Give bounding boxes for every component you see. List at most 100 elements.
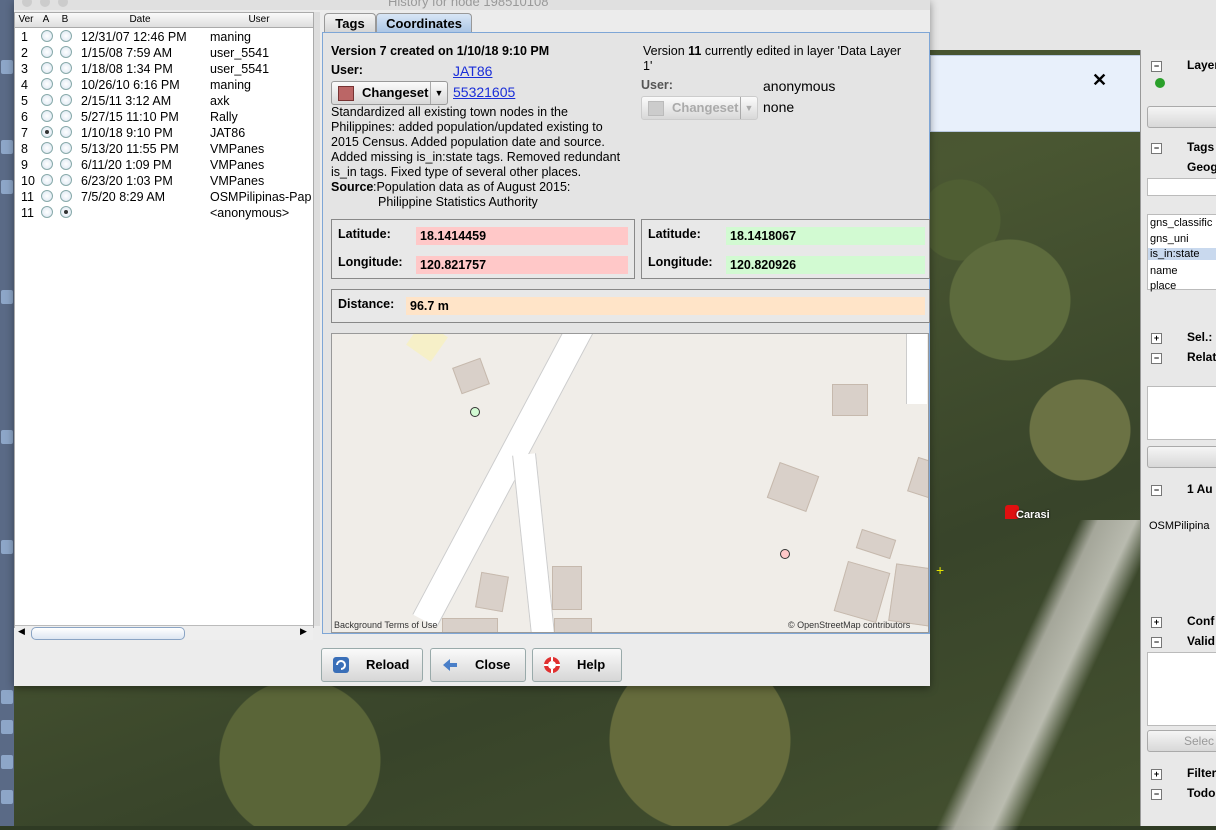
radio-a[interactable] xyxy=(41,174,53,186)
validation-panel-header[interactable]: − Valid xyxy=(1141,632,1216,650)
radio-a[interactable] xyxy=(41,30,53,42)
layer-visible-check-icon[interactable] xyxy=(1155,78,1165,88)
osm-attribution[interactable]: © OpenStreetMap contributors xyxy=(788,620,910,630)
tags-panel-header[interactable]: − Tags xyxy=(1141,138,1216,156)
mail-tool-icon[interactable] xyxy=(1,755,13,769)
layer-move-up-button[interactable] xyxy=(1147,106,1216,128)
column-header-b[interactable]: B xyxy=(55,13,76,28)
table-row[interactable]: 3 1/18/08 1:34 PM user_5541 xyxy=(15,61,313,77)
column-header-user[interactable]: User xyxy=(205,13,314,28)
todo-panel-header[interactable]: − Todo xyxy=(1141,784,1216,802)
radio-a[interactable] xyxy=(41,78,53,90)
table-row[interactable]: 9 6/11/20 1:09 PM VMPanes xyxy=(15,157,313,173)
column-header-ver[interactable]: Ver xyxy=(15,13,38,28)
collapse-icon[interactable]: − xyxy=(1151,143,1162,154)
tag-key[interactable]: gns_uni xyxy=(1150,233,1189,245)
radio-b[interactable] xyxy=(60,94,72,106)
collapse-icon[interactable]: − xyxy=(1151,61,1162,72)
comparison-map[interactable]: Background Terms of Use © OpenStreetMap … xyxy=(331,333,929,633)
scroll-right-icon[interactable]: ▶ xyxy=(300,626,307,637)
check-tool-icon[interactable] xyxy=(1,790,13,804)
selection-panel-header[interactable]: + Sel.: xyxy=(1141,328,1216,346)
author-item[interactable]: OSMPilipina xyxy=(1149,520,1210,532)
filter-panel-header[interactable]: + Filter xyxy=(1141,764,1216,782)
split-pane-divider[interactable] xyxy=(314,12,320,626)
radio-a[interactable] xyxy=(41,94,53,106)
table-row[interactable]: 2 1/15/08 7:59 AM user_5541 xyxy=(15,45,313,61)
radio-b[interactable] xyxy=(60,30,72,42)
collapse-icon[interactable]: − xyxy=(1151,353,1162,364)
radio-b[interactable] xyxy=(60,78,72,90)
tags-search-field[interactable] xyxy=(1147,178,1216,196)
radio-a[interactable] xyxy=(41,190,53,202)
scrollbar-thumb[interactable] xyxy=(31,627,185,640)
window-close-icon[interactable] xyxy=(22,0,32,7)
radio-b[interactable] xyxy=(60,62,72,74)
radio-b[interactable] xyxy=(60,142,72,154)
collapse-icon[interactable]: − xyxy=(1151,789,1162,800)
radio-b[interactable] xyxy=(60,110,72,122)
left-user-link[interactable]: JAT86 xyxy=(453,63,492,79)
column-header-a[interactable]: A xyxy=(37,13,56,28)
table-row[interactable]: 1 12/31/07 12:46 PM maning xyxy=(15,29,313,45)
relations-settings-button[interactable] xyxy=(1147,446,1216,468)
radio-b[interactable] xyxy=(60,190,72,202)
building-tool-icon[interactable] xyxy=(1,430,13,444)
tab-coordinates[interactable]: Coordinates xyxy=(376,13,472,33)
help-button[interactable]: Help xyxy=(532,648,622,682)
expand-icon[interactable]: + xyxy=(1151,333,1162,344)
radio-a[interactable] xyxy=(41,62,53,74)
expand-icon[interactable]: + xyxy=(1151,769,1162,780)
expand-icon[interactable]: + xyxy=(1151,617,1162,628)
radio-a[interactable] xyxy=(41,46,53,58)
tag-key[interactable]: gns_classific xyxy=(1150,217,1212,229)
chevron-down-icon[interactable]: ▼ xyxy=(740,97,757,119)
scroll-left-icon[interactable]: ◀ xyxy=(18,626,25,637)
reload-button[interactable]: Reload xyxy=(321,648,423,682)
radio-a[interactable] xyxy=(41,206,53,218)
horizontal-scrollbar[interactable]: ◀ ▶ xyxy=(15,625,313,640)
chevron-down-icon[interactable]: ▼ xyxy=(430,82,447,104)
close-icon[interactable]: ✕ xyxy=(1092,70,1107,91)
window-minimize-icon[interactable] xyxy=(40,0,50,7)
left-changeset-link[interactable]: 55321605 xyxy=(453,84,515,100)
radio-a[interactable] xyxy=(41,126,53,138)
draw-tool-icon[interactable] xyxy=(1,60,13,74)
tag-key[interactable]: place xyxy=(1150,280,1176,292)
table-row[interactable]: 7 1/10/18 9:10 PM JAT86 xyxy=(15,125,313,141)
left-changeset-button[interactable]: Changeset ▼ xyxy=(331,81,448,105)
table-row[interactable]: 11 <anonymous> xyxy=(15,205,313,221)
table-row[interactable]: 4 10/26/10 6:16 PM maning xyxy=(15,77,313,93)
authors-panel-header[interactable]: − 1 Au xyxy=(1141,480,1216,498)
collapse-icon[interactable]: − xyxy=(1151,485,1162,496)
conflicts-panel-header[interactable]: + Conf xyxy=(1141,612,1216,630)
radio-a[interactable] xyxy=(41,110,53,122)
measure-tool-icon[interactable] xyxy=(1,540,13,554)
layers-panel-header[interactable]: − Layers xyxy=(1141,56,1216,74)
tab-tags[interactable]: Tags xyxy=(324,13,376,33)
radio-b[interactable] xyxy=(60,206,72,218)
relations-panel-header[interactable]: − Relat xyxy=(1141,348,1216,366)
column-header-date[interactable]: Date xyxy=(75,13,206,28)
table-row[interactable]: 6 5/27/15 11:10 PM Rally xyxy=(15,109,313,125)
collapse-icon[interactable]: − xyxy=(1151,637,1162,648)
close-button[interactable]: Close xyxy=(430,648,526,682)
tag-key-selected[interactable]: is_in:state xyxy=(1148,248,1216,260)
tag-key[interactable]: name xyxy=(1150,265,1178,277)
radio-b[interactable] xyxy=(60,158,72,170)
radio-b[interactable] xyxy=(60,46,72,58)
photo-tool-icon[interactable] xyxy=(1,690,13,704)
table-row[interactable]: 8 5/13/20 11:55 PM VMPanes xyxy=(15,141,313,157)
right-changeset-button[interactable]: Changeset ▼ xyxy=(641,96,758,120)
table-row[interactable]: 5 2/15/11 3:12 AM axk xyxy=(15,93,313,109)
background-terms-link[interactable]: Background Terms of Use xyxy=(334,620,437,630)
radio-a[interactable] xyxy=(41,158,53,170)
radio-b[interactable] xyxy=(60,174,72,186)
lasso-tool-icon[interactable] xyxy=(1,180,13,194)
table-row[interactable]: 11 7/5/20 8:29 AM OSMPilipinas-Pap xyxy=(15,189,313,205)
table-row[interactable]: 10 6/23/20 1:03 PM VMPanes xyxy=(15,173,313,189)
zoom-tool-icon[interactable] xyxy=(1,720,13,734)
select-button[interactable]: Selec xyxy=(1147,730,1216,752)
select-tool-icon[interactable] xyxy=(1,140,13,154)
node-tool-icon[interactable] xyxy=(1,290,13,304)
